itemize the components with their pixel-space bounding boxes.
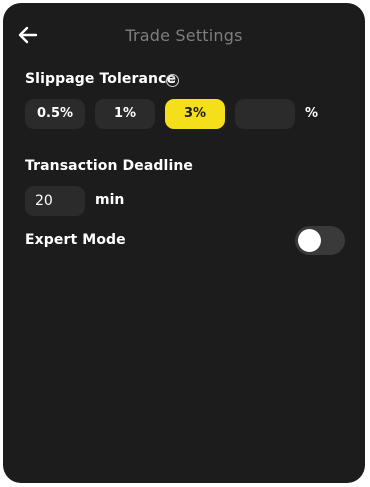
expert-mode-toggle[interactable]: [295, 226, 345, 255]
deadline-input[interactable]: [25, 186, 85, 216]
slippage-unit: %: [305, 106, 319, 121]
slippage-tolerance-label: Slippage Tolerance: [25, 71, 177, 87]
deadline-unit: min: [95, 192, 125, 208]
expert-mode-label: Expert Mode: [25, 232, 126, 248]
trade-settings-panel: Trade Settings Slippage Tolerance ? 0.5%…: [3, 3, 365, 483]
page-title: Trade Settings: [125, 26, 243, 45]
custom-slippage-input[interactable]: [235, 99, 295, 129]
slippage-option-1[interactable]: 1%: [95, 99, 155, 129]
slippage-option-0-5[interactable]: 0.5%: [25, 99, 85, 129]
question-circle-icon[interactable]: ?: [166, 74, 179, 87]
transaction-deadline-label: Transaction Deadline: [25, 158, 194, 174]
slippage-option-3[interactable]: 3%: [165, 99, 225, 129]
toggle-knob: [298, 229, 321, 252]
